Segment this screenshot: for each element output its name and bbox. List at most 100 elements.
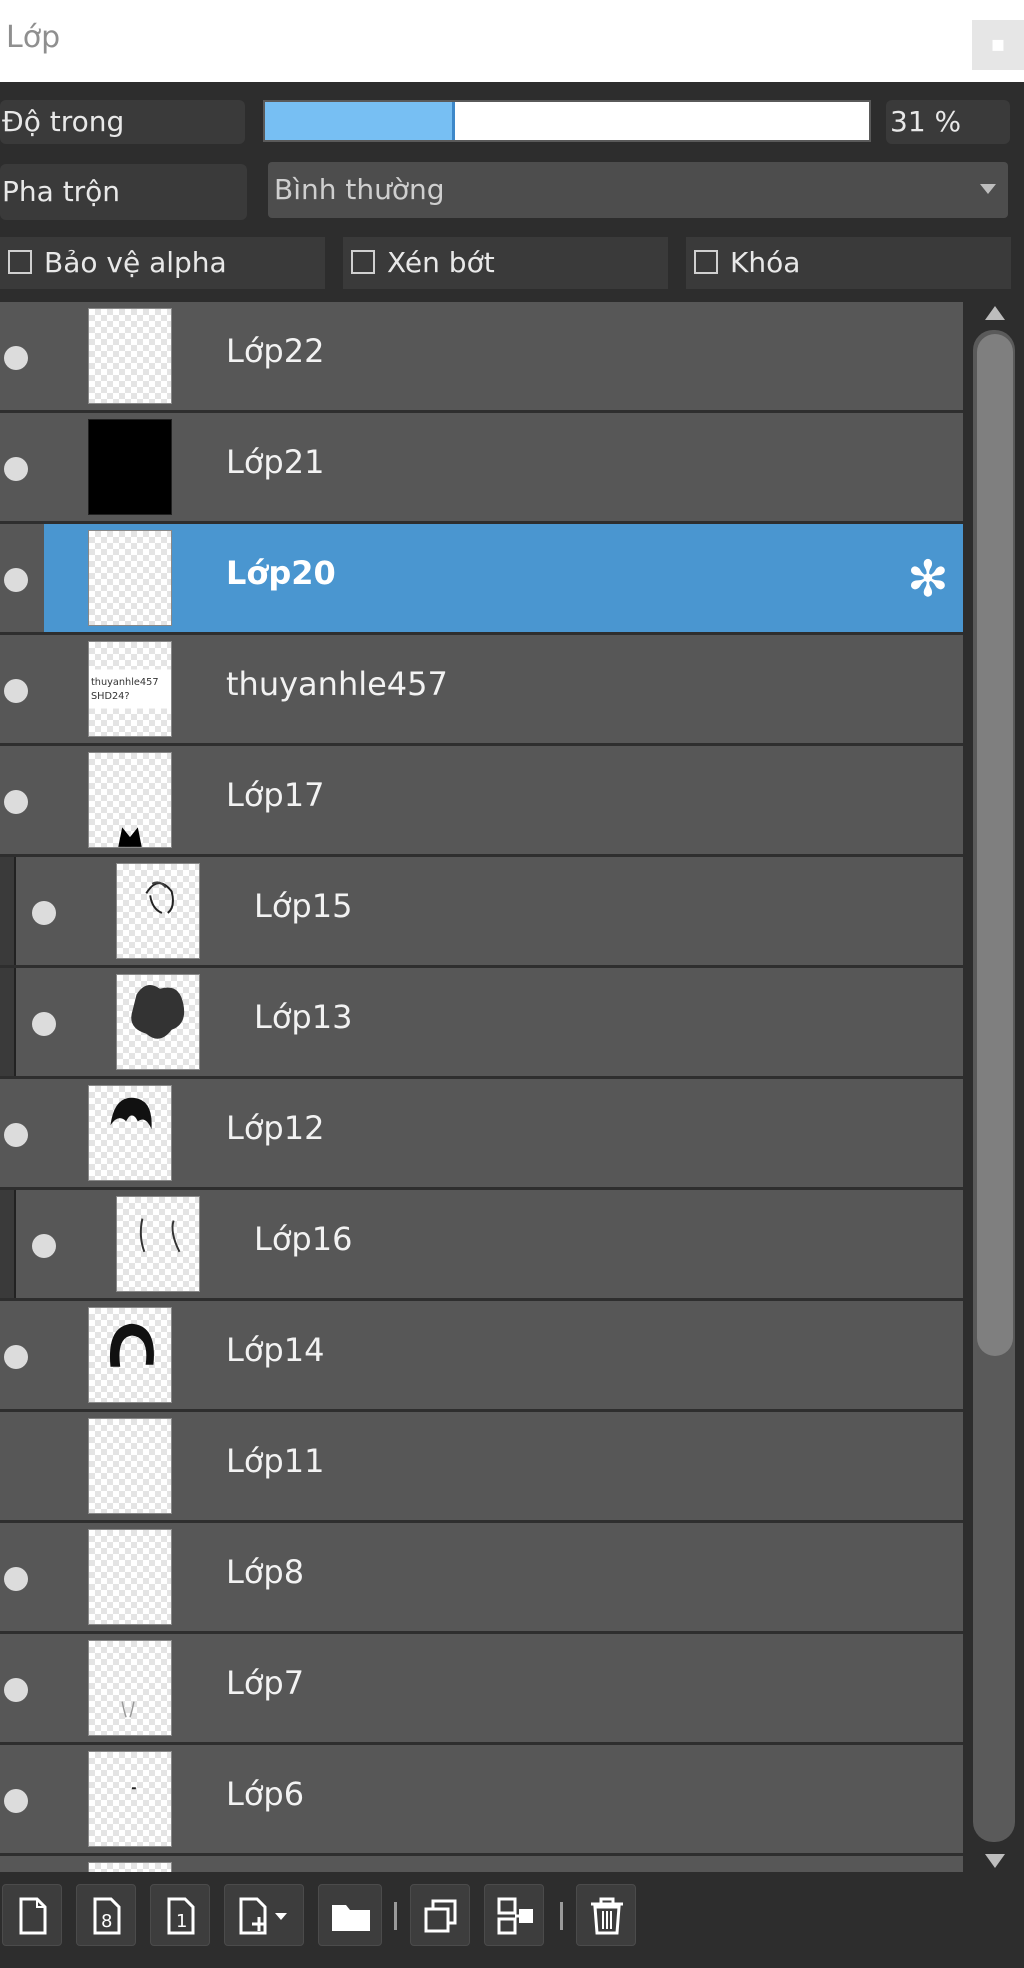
layer-name: Lớp11: [226, 1442, 325, 1480]
panel-title: Lớp: [6, 20, 61, 55]
layer-name: Lớp22: [226, 332, 325, 370]
layer-row[interactable]: Lớp7: [0, 1634, 963, 1745]
layer-thumbnail: [88, 1418, 172, 1514]
chevron-down-icon: [980, 184, 996, 194]
new-layer-button[interactable]: [2, 1884, 62, 1946]
blend-mode-value: Bình thường: [274, 173, 445, 206]
layer-name: Lớp14: [226, 1331, 325, 1369]
layer-name: Lớp17: [226, 776, 325, 814]
new-halftone-layer-icon: 8: [93, 1897, 121, 1935]
layer-thumbnail: [116, 1196, 200, 1292]
clipping-indicator: [0, 857, 16, 965]
lock-checkbox[interactable]: Khóa: [686, 237, 1011, 289]
toolbar-separator: [394, 1902, 397, 1930]
duplicate-layer-icon: [424, 1899, 457, 1933]
folder-icon: [332, 1905, 370, 1931]
trash-icon: [591, 1897, 623, 1935]
panel-titlebar: Lớp ▪: [0, 0, 1024, 82]
layer-row[interactable]: Lớp12: [0, 1079, 963, 1190]
duplicate-layer-button[interactable]: [410, 1884, 470, 1946]
panel-close-button[interactable]: ▪: [972, 20, 1024, 70]
visibility-toggle-hidden[interactable]: [0, 1442, 40, 1492]
svg-text:1: 1: [176, 1911, 187, 1932]
visibility-toggle-icon[interactable]: [32, 1012, 56, 1036]
layer-name: Lớp16: [254, 1220, 353, 1258]
visibility-toggle-icon[interactable]: [4, 679, 28, 703]
layer-row-partial[interactable]: [0, 1856, 963, 1872]
scroll-up-arrow-icon[interactable]: [985, 306, 1005, 320]
layer-name: Lớp7: [226, 1664, 305, 1702]
opacity-slider-fill: [265, 102, 456, 140]
visibility-toggle-icon[interactable]: [4, 1567, 28, 1591]
layer-list-scrollbar[interactable]: [963, 302, 1024, 1872]
scroll-thumb[interactable]: [977, 334, 1013, 1356]
new-layer-icon: [19, 1897, 47, 1935]
layer-row[interactable]: Lớp16: [0, 1190, 963, 1301]
layer-row[interactable]: Lớp20 ✻: [0, 524, 963, 635]
layer-row[interactable]: Lớp8: [0, 1523, 963, 1634]
visibility-toggle-icon[interactable]: [4, 457, 28, 481]
opacity-label: Độ trong: [0, 100, 245, 144]
opacity-value[interactable]: 31 %: [886, 100, 1010, 144]
lock-label: Khóa: [730, 246, 801, 279]
toolbar-separator: [560, 1902, 563, 1930]
visibility-toggle-icon[interactable]: [4, 346, 28, 370]
new-1bit-layer-button[interactable]: 1: [150, 1884, 210, 1946]
layer-thumbnail: [88, 1085, 172, 1181]
visibility-toggle-icon[interactable]: [4, 1678, 28, 1702]
scroll-down-arrow-icon[interactable]: [985, 1854, 1005, 1868]
layer-name: Lớp15: [254, 887, 353, 925]
layer-name: Lớp21: [226, 443, 325, 481]
layer-row[interactable]: Lớp6: [0, 1745, 963, 1856]
visibility-toggle-icon[interactable]: [32, 1234, 56, 1258]
layer-thumbnail: [88, 1529, 172, 1625]
checkbox-icon: [694, 250, 718, 274]
layer-thumbnail: [88, 1640, 172, 1736]
layer-thumbnail: [88, 1307, 172, 1403]
opacity-slider[interactable]: [263, 100, 871, 142]
visibility-toggle-icon[interactable]: [4, 1345, 28, 1369]
layer-row[interactable]: Lớp22: [0, 302, 963, 413]
blend-mode-select[interactable]: Bình thường: [268, 162, 1008, 218]
layer-thumbnail: [88, 752, 172, 848]
layer-name: Lớp20: [226, 554, 336, 592]
layer-row[interactable]: Lớp14: [0, 1301, 963, 1412]
layer-row[interactable]: Lớp11: [0, 1412, 963, 1523]
layer-row[interactable]: Lớp13: [0, 968, 963, 1079]
layer-thumbnail: [88, 530, 172, 626]
visibility-toggle-icon[interactable]: [4, 1123, 28, 1147]
blend-mode-label: Pha trộn: [0, 164, 247, 220]
layer-row[interactable]: Lớp17: [0, 746, 963, 857]
delete-layer-button[interactable]: [576, 1884, 636, 1946]
checkbox-icon: [8, 250, 32, 274]
layer-list[interactable]: Lớp22 Lớp21 Lớp20 ✻ thuyanhle457 SHD24? thuyan…: [0, 302, 963, 1872]
layer-thumbnail: [88, 308, 172, 404]
clipping-indicator: [0, 968, 16, 1076]
layer-toolbar: 8 1: [0, 1872, 1024, 1968]
clipping-label: Xén bớt: [387, 246, 495, 279]
visibility-toggle-icon[interactable]: [4, 1789, 28, 1813]
visibility-toggle-icon[interactable]: [4, 790, 28, 814]
visibility-toggle-icon[interactable]: [4, 568, 28, 592]
protect-alpha-checkbox[interactable]: Bảo vệ alpha: [0, 237, 325, 289]
add-layer-dropdown-button[interactable]: [224, 1884, 304, 1946]
checkbox-icon: [351, 250, 375, 274]
new-folder-button[interactable]: [318, 1884, 382, 1946]
merge-down-button[interactable]: [484, 1884, 544, 1946]
layer-name: Lớp12: [226, 1109, 325, 1147]
layer-row[interactable]: Lớp15: [0, 857, 963, 968]
svg-text:SHD24?: SHD24?: [91, 691, 130, 702]
layer-name: Lớp13: [254, 998, 353, 1036]
svg-text:thuyanhle457: thuyanhle457: [91, 677, 159, 688]
add-layer-dropdown-icon: [239, 1897, 287, 1935]
svg-text:8: 8: [101, 1911, 112, 1932]
new-1bit-layer-icon: 1: [167, 1897, 195, 1935]
layer-name: thuyanhle457: [226, 665, 448, 703]
layer-thumbnail: [88, 1751, 172, 1847]
visibility-toggle-icon[interactable]: [32, 901, 56, 925]
new-halftone-layer-button[interactable]: 8: [76, 1884, 136, 1946]
layer-row[interactable]: thuyanhle457 SHD24? thuyanhle457: [0, 635, 963, 746]
layer-row[interactable]: Lớp21: [0, 413, 963, 524]
gear-icon[interactable]: ✻: [907, 554, 957, 604]
clipping-checkbox[interactable]: Xén bớt: [343, 237, 668, 289]
